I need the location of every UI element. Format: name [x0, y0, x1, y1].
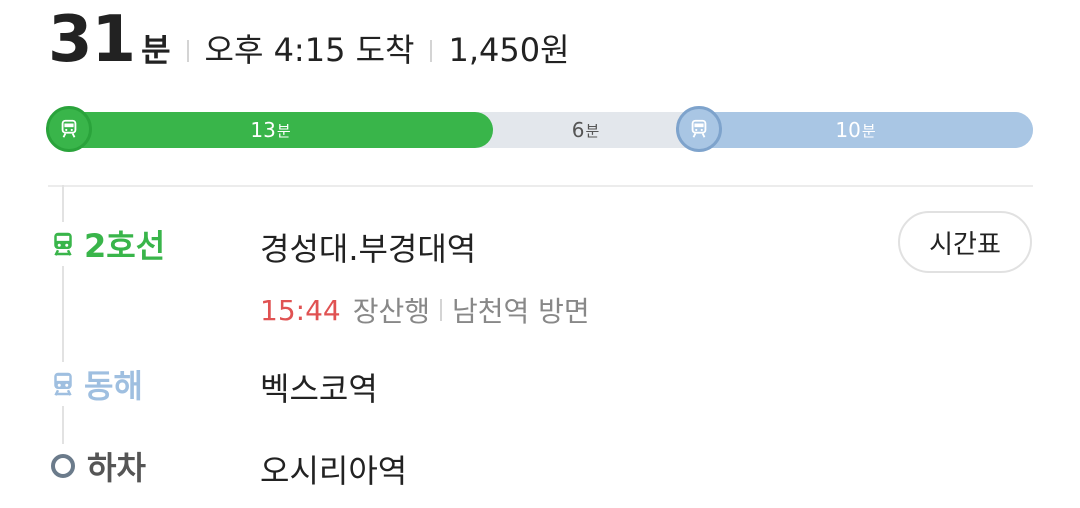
arrival-time: 오후 4:15 도착 [204, 31, 415, 69]
divider [186, 40, 189, 62]
departure-info: 15:44 장산행 남천역 방면 [260, 290, 590, 330]
step-donghae-label: 동해 [48, 362, 143, 406]
subway-train-icon [676, 106, 722, 152]
alight-ring-icon [51, 454, 75, 478]
duration-unit: 분 [141, 31, 171, 69]
step-line2-label: 2호선 [48, 222, 166, 266]
segment-unit: 분 [276, 121, 291, 140]
route-summary: 31 분 오후 4:15 도착 1,450원 [48, 8, 570, 78]
route-progress-bar: 13 분 6분 10 분 [46, 106, 1033, 152]
train-direction: 장산행 [352, 295, 430, 328]
segment-donghae: 10 분 [678, 112, 1033, 148]
subway-train-icon [54, 372, 72, 396]
segment-unit: 분 [861, 121, 876, 140]
step-alight-label: 하차 [48, 444, 146, 488]
alight-label: 하차 [87, 449, 146, 487]
segment-minutes: 13 [250, 118, 276, 142]
transfer-station: 벡스코역 [260, 370, 378, 408]
line-name: 동해 [84, 367, 143, 405]
subway-train-icon [54, 232, 72, 256]
fare: 1,450원 [448, 31, 570, 69]
segment-minutes: 10 [835, 118, 861, 142]
platform-direction: 남천역 방면 [451, 295, 590, 328]
departure-time: 15:44 [260, 293, 341, 327]
boarding-station: 경성대.부경대역 [260, 230, 477, 268]
segment-unit: 분 [585, 121, 600, 140]
duration-value: 31 [48, 3, 136, 77]
divider [430, 40, 433, 62]
divider [48, 185, 1033, 187]
divider [439, 299, 442, 321]
subway-train-icon [46, 106, 92, 152]
segment-walk: 6분 [493, 112, 678, 148]
alight-station: 오시리아역 [260, 452, 408, 490]
timetable-button[interactable]: 시간표 [898, 211, 1032, 273]
line-name: 2호선 [84, 227, 166, 265]
segment-line2: 13 분 [48, 112, 493, 148]
segment-minutes: 6 [571, 118, 585, 142]
